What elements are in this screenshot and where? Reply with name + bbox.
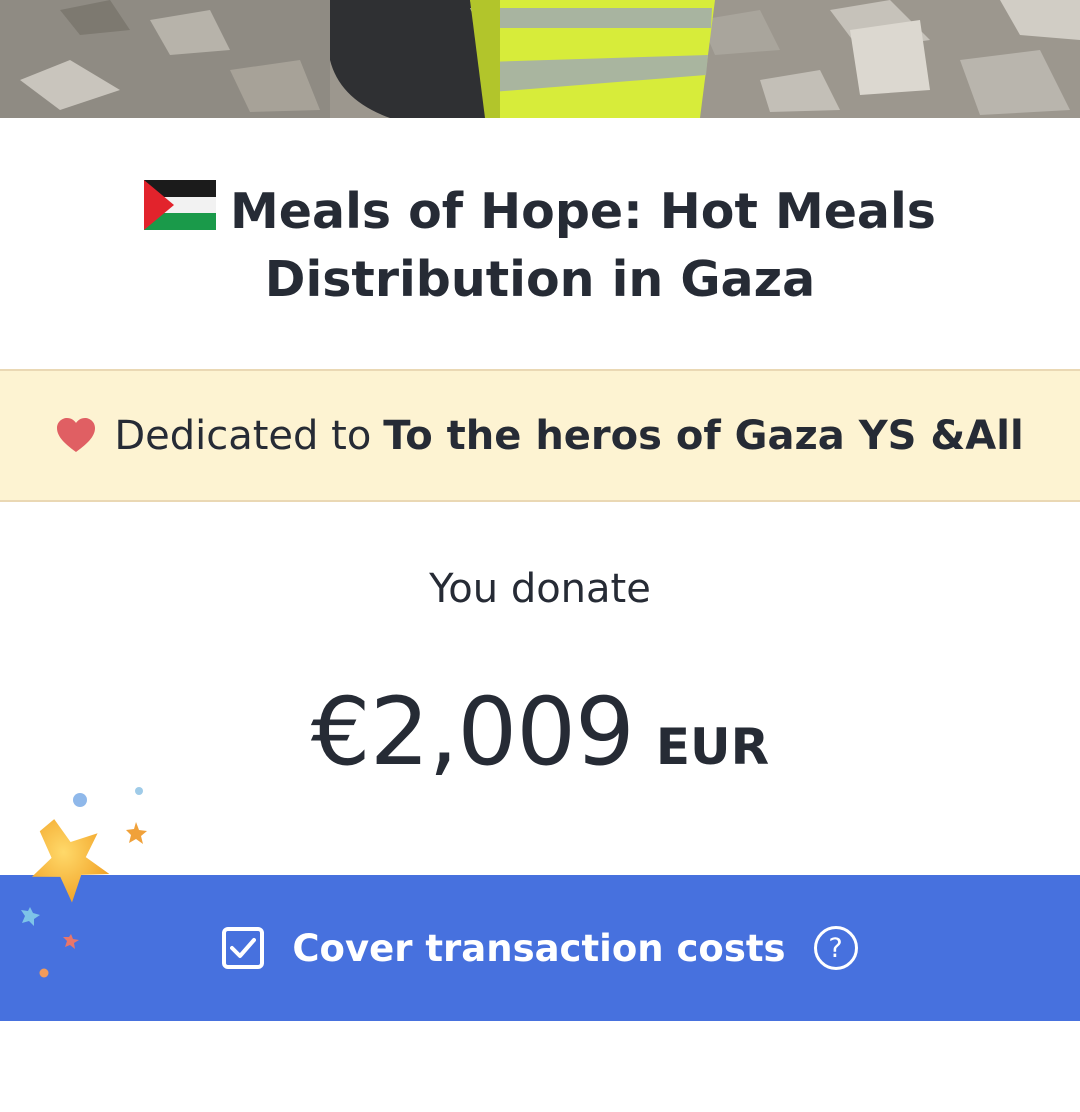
palestine-flag-icon xyxy=(144,180,217,230)
hero-photo xyxy=(0,0,1080,118)
heart-icon xyxy=(56,417,96,454)
cover-costs-checkbox[interactable] xyxy=(222,927,265,969)
donation-amount-row: €2,009 EUR xyxy=(0,678,1080,787)
help-symbol: ? xyxy=(828,932,843,964)
campaign-title-line2: Distribution in Gaza xyxy=(264,251,816,308)
campaign-title: Meals of Hope: Hot Meals Distribution in… xyxy=(0,178,1080,314)
campaign-title-line1: Meals of Hope: Hot Meals xyxy=(230,183,936,240)
celebration-stars-icon xyxy=(0,780,170,990)
cover-costs-label[interactable]: Cover transaction costs xyxy=(292,927,785,970)
dedication-prefix: Dedicated to xyxy=(114,412,372,459)
donation-label: You donate xyxy=(429,566,651,612)
donation-currency: EUR xyxy=(655,718,770,776)
dedication-name: To the heros of Gaza YS &All xyxy=(383,412,1024,459)
help-icon[interactable]: ? xyxy=(813,926,858,970)
dedication-banner: Dedicated to To the heros of Gaza YS &Al… xyxy=(0,369,1080,502)
donation-amount: €2,009 xyxy=(310,678,635,787)
